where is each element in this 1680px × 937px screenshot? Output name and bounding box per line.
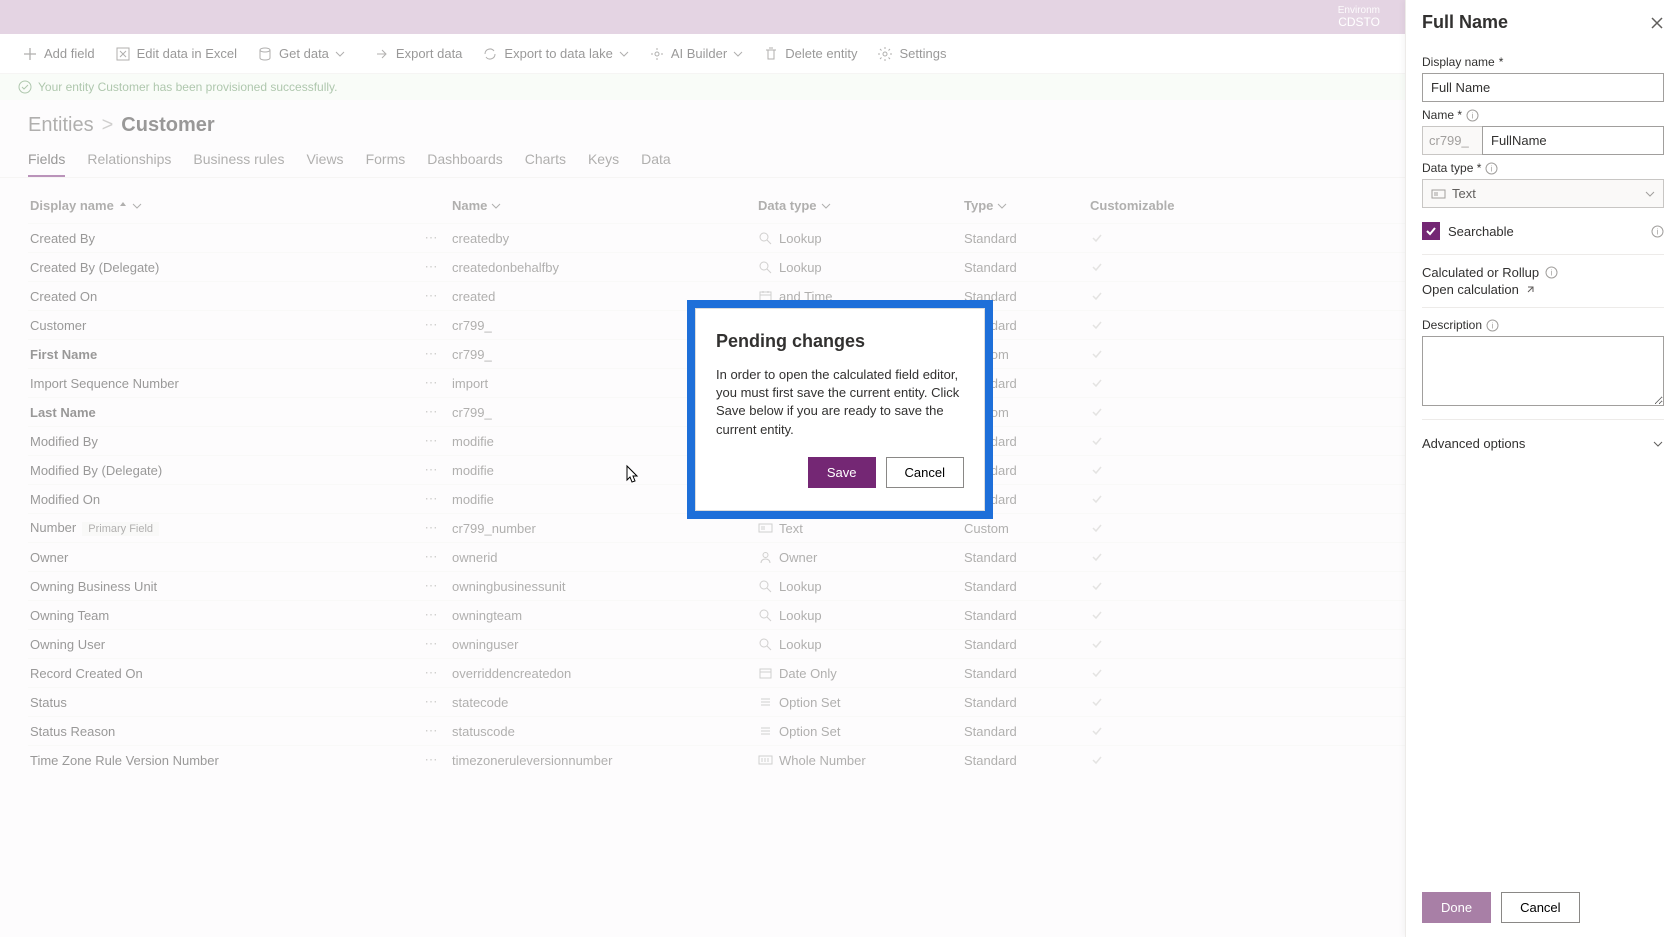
svg-text:i: i	[1657, 227, 1659, 236]
info-icon: i	[1485, 162, 1498, 175]
external-link-icon	[1525, 284, 1536, 295]
panel-cancel-button[interactable]: Cancel	[1501, 892, 1579, 923]
display-name-input[interactable]	[1422, 73, 1664, 102]
field-properties-panel: Full Name Display name Name i cr799_ Dat…	[1405, 0, 1680, 937]
info-icon: i	[1651, 225, 1664, 238]
calc-rollup-label: Calculated or Rollup	[1422, 265, 1539, 280]
dialog-body: In order to open the calculated field ed…	[716, 366, 964, 439]
svg-text:i: i	[1492, 321, 1494, 330]
panel-done-button[interactable]: Done	[1422, 892, 1491, 923]
description-textarea[interactable]	[1422, 336, 1664, 406]
name-input[interactable]	[1482, 126, 1664, 155]
chevron-down-icon	[1652, 438, 1664, 450]
datatype-select[interactable]: Text	[1422, 179, 1664, 208]
info-icon: i	[1466, 109, 1479, 122]
dialog-title: Pending changes	[716, 331, 964, 352]
info-icon: i	[1486, 319, 1499, 332]
open-calculation-link[interactable]: Open calculation	[1422, 282, 1519, 297]
tutorial-highlight: Pending changes In order to open the cal…	[687, 300, 993, 519]
searchable-label: Searchable	[1448, 224, 1514, 239]
dialog-cancel-button[interactable]: Cancel	[886, 457, 964, 488]
svg-text:i: i	[1472, 111, 1474, 120]
description-label: Description i	[1422, 318, 1664, 332]
panel-title: Full Name	[1422, 12, 1508, 33]
svg-text:i: i	[1491, 164, 1493, 173]
text-icon	[1431, 187, 1446, 201]
datatype-label: Data type i	[1422, 161, 1664, 175]
info-icon: i	[1545, 266, 1558, 279]
pending-changes-dialog: Pending changes In order to open the cal…	[695, 308, 985, 511]
display-name-label: Display name	[1422, 55, 1664, 69]
searchable-checkbox[interactable]	[1422, 222, 1440, 240]
dialog-save-button[interactable]: Save	[808, 457, 876, 488]
cursor-icon	[624, 464, 642, 486]
svg-text:i: i	[1551, 269, 1553, 278]
chevron-down-icon	[1645, 189, 1655, 199]
name-label: Name i	[1422, 108, 1664, 122]
close-icon[interactable]	[1650, 16, 1664, 30]
advanced-options-toggle[interactable]: Advanced options	[1422, 430, 1664, 457]
name-prefix: cr799_	[1422, 126, 1482, 155]
